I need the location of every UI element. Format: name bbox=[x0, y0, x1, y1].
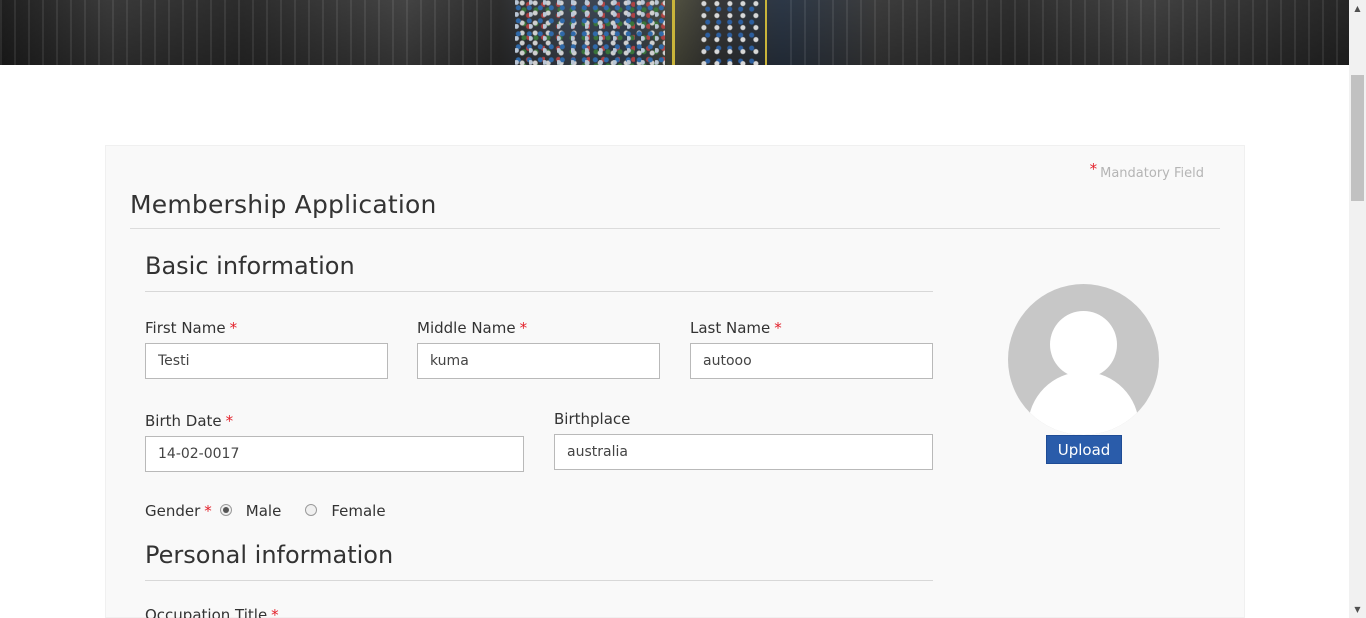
mandatory-field-text: Mandatory Field bbox=[1100, 166, 1204, 181]
page-title: Membership Application bbox=[130, 190, 437, 219]
required-star-icon: * bbox=[271, 606, 279, 618]
required-star-icon: * bbox=[229, 319, 238, 337]
gender-label: Gender bbox=[145, 502, 201, 520]
birthplace-label: Birthplace bbox=[554, 410, 631, 428]
personal-info-divider bbox=[145, 580, 933, 581]
membership-form-panel: * Mandatory Field Membership Application … bbox=[105, 145, 1245, 618]
birth-date-label: Birth Date * bbox=[145, 412, 233, 430]
birth-date-input[interactable] bbox=[145, 436, 524, 472]
required-star-icon: * bbox=[774, 319, 782, 337]
hero-lane-marking-right bbox=[765, 0, 767, 65]
avatar-placeholder-icon bbox=[1008, 284, 1159, 435]
scroll-down-arrow-icon[interactable]: ▼ bbox=[1349, 601, 1366, 618]
scrollbar-thumb[interactable] bbox=[1351, 75, 1364, 201]
occupation-title-label-text: Occupation Title bbox=[145, 606, 268, 618]
page-scrollbar[interactable]: ▲ ▼ bbox=[1349, 0, 1366, 618]
mandatory-field-note: * Mandatory Field bbox=[1089, 160, 1204, 181]
gender-field: Gender * Male Female bbox=[145, 502, 410, 520]
first-name-label: First Name * bbox=[145, 319, 237, 337]
basic-info-divider bbox=[145, 291, 933, 292]
avatar-head-shape bbox=[1050, 311, 1117, 378]
gender-male-label[interactable]: Male bbox=[246, 502, 282, 520]
avatar-body-shape bbox=[1028, 372, 1139, 435]
hero-fence-right bbox=[790, 0, 1349, 65]
hero-runners-crowd bbox=[515, 0, 665, 65]
gender-male-radio[interactable] bbox=[219, 504, 232, 516]
hero-lane-marking bbox=[672, 0, 675, 65]
scroll-up-arrow-icon[interactable]: ▲ bbox=[1349, 0, 1366, 17]
middle-name-label-text: Middle Name bbox=[417, 319, 516, 337]
gender-female-label[interactable]: Female bbox=[331, 502, 385, 520]
title-divider bbox=[130, 228, 1220, 229]
birthplace-input[interactable] bbox=[554, 434, 933, 470]
first-name-input[interactable] bbox=[145, 343, 388, 379]
required-star-icon: * bbox=[519, 319, 528, 337]
last-name-label: Last Name * bbox=[690, 319, 782, 337]
middle-name-input[interactable] bbox=[417, 343, 660, 379]
last-name-input[interactable] bbox=[690, 343, 933, 379]
last-name-label-text: Last Name bbox=[690, 319, 771, 337]
required-star-icon: * bbox=[204, 502, 212, 520]
occupation-title-label: Occupation Title * bbox=[145, 606, 279, 618]
upload-photo-button[interactable]: Upload bbox=[1046, 435, 1122, 464]
hero-runners-crowd-right bbox=[700, 0, 760, 65]
hero-banner-image bbox=[0, 0, 1349, 65]
birth-date-label-text: Birth Date bbox=[145, 412, 222, 430]
personal-info-heading: Personal information bbox=[145, 541, 394, 569]
basic-info-heading: Basic information bbox=[145, 252, 355, 280]
first-name-label-text: First Name bbox=[145, 319, 226, 337]
required-star-icon: * bbox=[1089, 160, 1098, 178]
gender-female-radio[interactable] bbox=[305, 504, 318, 516]
hero-fence-left bbox=[0, 0, 500, 65]
middle-name-label: Middle Name * bbox=[417, 319, 527, 337]
required-star-icon: * bbox=[225, 412, 234, 430]
